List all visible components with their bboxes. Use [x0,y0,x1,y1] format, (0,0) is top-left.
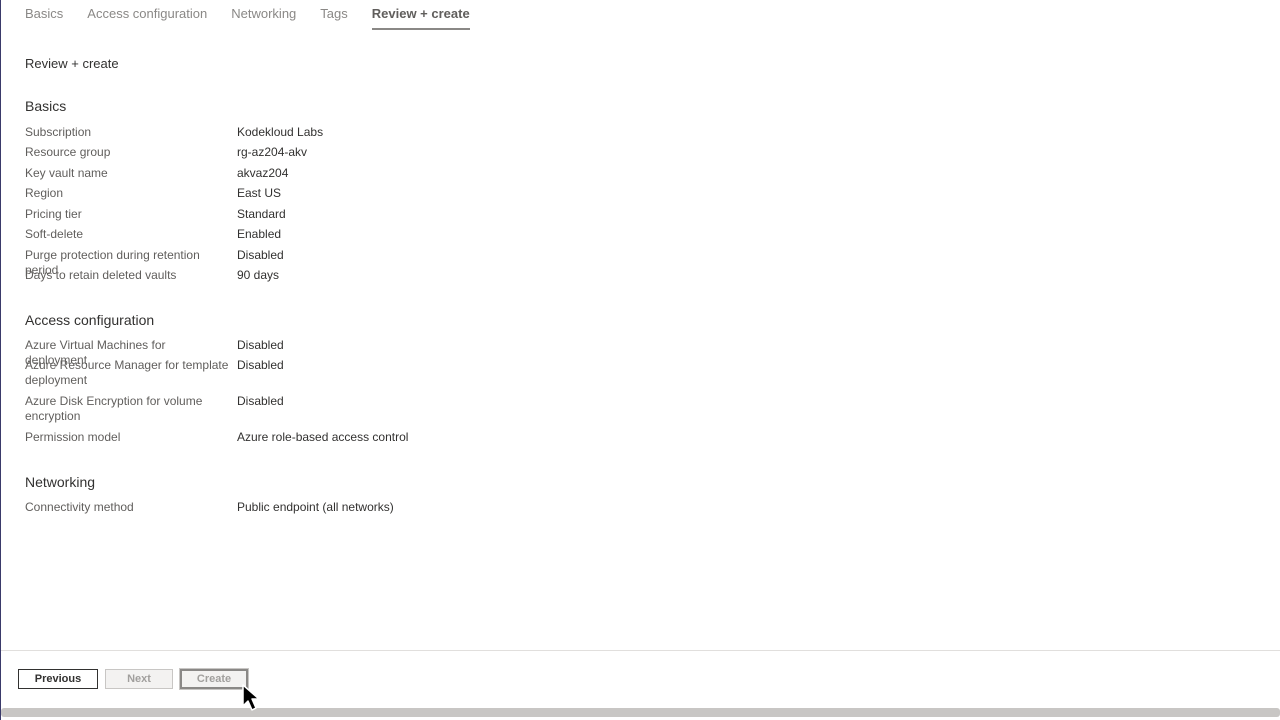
row-value: Enabled [237,227,282,241]
row-label: Days to retain deleted vaults [25,268,177,282]
tab-access-configuration[interactable]: Access configuration [87,0,207,28]
row-label: Soft-delete [25,227,84,241]
row-value: East US [237,186,282,200]
summary-row: Azure Resource Manager for template depl… [25,358,625,388]
summary-row: Connectivity method Public endpoint (all… [25,500,625,515]
tab-basics[interactable]: Basics [25,0,63,28]
summary-row: Days to retain deleted vaults 90 days [25,268,625,283]
row-label: Region [25,186,64,200]
section-title-basics: Basics [25,98,67,114]
summary-row: Subscription Kodekloud Labs [25,125,625,140]
horizontal-scrollbar[interactable] [1,708,1280,717]
row-label: Azure Disk Encryption for volume encrypt… [25,394,203,423]
row-label: Azure Resource Manager for template depl… [25,358,229,387]
summary-row: Soft-delete Enabled [25,227,625,242]
page-heading: Review + create [25,56,119,71]
next-button[interactable]: Next [105,669,173,689]
row-value: rg-az204-akv [237,145,308,159]
row-value: Kodekloud Labs [237,125,324,139]
row-value: Standard [237,207,286,221]
row-value: 90 days [237,268,280,282]
row-value: Public endpoint (all networks) [237,500,394,514]
review-create-page: Basics Access configuration Networking T… [0,0,1280,720]
wizard-tabs: Basics Access configuration Networking T… [25,0,494,30]
summary-row: Permission model Azure role-based access… [25,430,625,445]
footer-divider [1,650,1280,651]
row-label: Pricing tier [25,207,82,221]
create-button[interactable]: Create [179,668,249,690]
tab-networking[interactable]: Networking [231,0,296,28]
row-label: Permission model [25,430,121,444]
row-label: Resource group [25,145,111,159]
row-value: akvaz204 [237,166,289,180]
section-title-networking: Networking [25,474,96,490]
row-value: Disabled [237,358,284,372]
summary-row: Pricing tier Standard [25,207,625,222]
section-title-access-configuration: Access configuration [25,312,155,328]
row-value: Azure role-based access control [237,430,409,444]
tab-tags[interactable]: Tags [320,0,347,28]
summary-row: Azure Disk Encryption for volume encrypt… [25,394,625,424]
row-label: Subscription [25,125,92,139]
summary-row: Key vault name akvaz204 [25,166,625,181]
summary-row: Region East US [25,186,625,201]
row-label: Key vault name [25,166,108,180]
summary-row: Resource group rg-az204-akv [25,145,625,160]
row-label: Connectivity method [25,500,134,514]
previous-button[interactable]: Previous [18,669,98,689]
row-value: Disabled [237,394,284,408]
mouse-pointer-icon [242,684,260,711]
tab-review-create[interactable]: Review + create [371,0,470,30]
